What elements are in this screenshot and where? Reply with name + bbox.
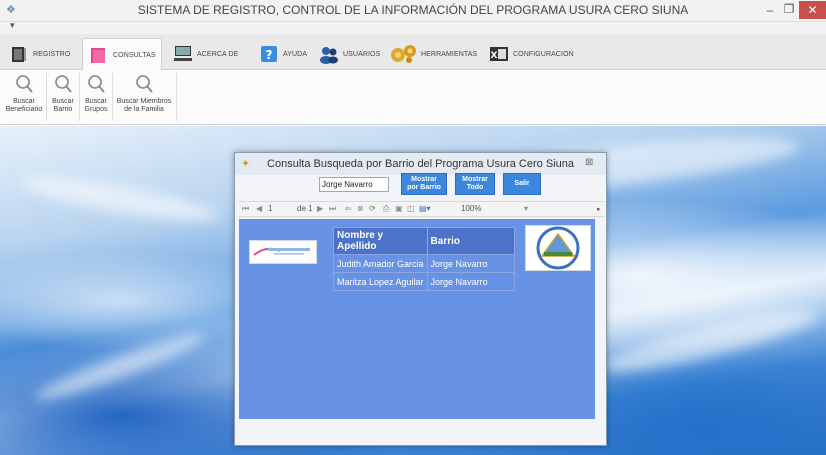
button-label-line1: Mostrar: [411, 176, 437, 183]
minimize-button[interactable]: –: [762, 3, 778, 17]
buscar-beneficiario-button[interactable]: Buscar Beneficiario: [4, 74, 44, 114]
close-button[interactable]: ✕: [799, 1, 826, 19]
tab-label: AYUDA: [283, 50, 308, 58]
tab-usuarios[interactable]: USUARIOS: [318, 38, 380, 70]
print-layout-icon[interactable]: ▣: [395, 204, 403, 213]
page-setup-icon[interactable]: ◫: [407, 204, 415, 213]
table-row: Maritza Lopez Aguilar Jorge Navarro: [333, 272, 515, 291]
current-page-field[interactable]: 1: [268, 204, 272, 213]
gears-icon: [391, 45, 416, 63]
tab-acerca-de[interactable]: ACERCA DE: [172, 38, 238, 70]
print-icon[interactable]: ⎙: [383, 204, 389, 214]
button-label-line2: Barrio: [53, 106, 73, 113]
pink-folder-icon: [91, 48, 105, 63]
page-count: de 1: [297, 204, 313, 213]
ribbon-separator: [176, 73, 177, 121]
report-table: Nombre y Apellido Barrio Judith Amador G…: [333, 227, 515, 291]
zoom-select[interactable]: 100%: [461, 204, 481, 213]
help-icon: ?: [261, 46, 277, 62]
wallpaper-streak: [599, 299, 821, 383]
tab-label: REGISTRO: [33, 50, 71, 58]
coat-of-arms-graphic: [536, 226, 580, 270]
ribbon-separator: [112, 73, 113, 121]
dialog-title: Consulta Busqueda por Barrio del Program…: [267, 158, 574, 170]
cell-nombre: Maritza Lopez Aguilar: [333, 272, 428, 291]
cell-nombre: Judith Amador Garcia: [333, 254, 428, 273]
tab-configuracion[interactable]: X CONFIGURACION: [488, 38, 574, 70]
mostrar-todo-button[interactable]: Mostrar Todo: [455, 173, 495, 195]
wallpaper-streak: [31, 325, 209, 409]
magnifier-icon: [55, 75, 72, 93]
consulta-barrio-dialog: ✦ Consulta Busqueda por Barrio del Progr…: [234, 152, 607, 446]
quick-access-toolbar: ▾: [0, 20, 826, 34]
wallpaper-streak: [19, 168, 221, 230]
computer-icon: [174, 46, 192, 61]
dialog-title-bar: ✦ Consulta Busqueda por Barrio del Progr…: [235, 153, 606, 175]
magnifier-icon: [88, 75, 105, 93]
mostrar-por-barrio-button[interactable]: Mostrar por Barrio: [401, 173, 447, 195]
tab-consultas[interactable]: CONSULTAS: [82, 38, 162, 71]
report-area: Nombre y Apellido Barrio Judith Amador G…: [239, 219, 595, 419]
first-page-icon[interactable]: ⏮: [242, 204, 249, 214]
tab-label: ACERCA DE: [197, 50, 239, 58]
nicaragua-seal: [525, 225, 591, 271]
window-title: SISTEMA DE REGISTRO, CONTROL DE LA INFOR…: [137, 3, 689, 17]
previous-page-icon[interactable]: ◀: [256, 204, 262, 213]
tab-label: HERRAMIENTAS: [421, 50, 478, 58]
table-header-row: Nombre y Apellido Barrio: [333, 227, 515, 255]
column-header-nombre: Nombre y Apellido: [333, 227, 428, 255]
report-viewer-toolbar: ⏮ ◀ 1 de 1 ▶ ⏭ ⇐ ⊗ ⟳ ⎙ ▣ ◫ ▤▾ 100% ▾: [239, 201, 604, 217]
button-label-line2: de la Familia: [124, 106, 164, 113]
button-label-line1: Buscar: [13, 98, 35, 105]
tab-herramientas[interactable]: HERRAMIENTAS: [388, 38, 477, 70]
button-label-line2: Grupos: [84, 106, 108, 113]
quick-access-dropdown-icon[interactable]: ▾: [10, 20, 15, 31]
ribbon-separator: [46, 73, 47, 121]
buscar-miembros-familia-button[interactable]: Buscar Miembros de la Familia: [114, 74, 174, 114]
button-label-line2: por Barrio: [407, 184, 441, 191]
last-page-icon[interactable]: ⏭: [329, 204, 336, 214]
program-logo-graphic: [253, 247, 310, 256]
back-icon[interactable]: ⇐: [345, 204, 352, 213]
program-logo: [249, 240, 317, 264]
tab-ayuda[interactable]: ? AYUDA: [258, 38, 307, 70]
tab-label: USUARIOS: [343, 50, 381, 58]
zoom-dropdown-icon[interactable]: ▾: [524, 204, 528, 213]
magnifier-icon: [16, 75, 33, 93]
salir-button[interactable]: Salir: [503, 173, 541, 195]
dialog-close-button[interactable]: ⊠: [585, 157, 601, 168]
table-row: Judith Amador Garcia Jorge Navarro: [333, 254, 515, 273]
buscar-barrio-button[interactable]: Buscar Barrio: [50, 74, 76, 114]
tab-label: CONSULTAS: [113, 51, 156, 59]
excel-icon: X: [490, 47, 508, 61]
svg-text:X: X: [490, 51, 497, 61]
button-label-line2: Todo: [466, 184, 484, 191]
cell-barrio: Jorge Navarro: [426, 254, 515, 273]
cell-barrio: Jorge Navarro: [426, 272, 515, 291]
button-label-line1: Buscar: [85, 98, 107, 105]
button-label-line2: Beneficiario: [5, 106, 43, 113]
button-label-line1: Mostrar: [462, 176, 488, 183]
refresh-icon[interactable]: ⟳: [369, 204, 376, 213]
export-icon[interactable]: ▤▾: [419, 204, 431, 213]
ribbon-panel: Buscar Beneficiario Buscar Barrio Buscar…: [0, 70, 826, 125]
svg-text:?: ?: [265, 48, 272, 62]
maximize-button[interactable]: ❐: [781, 2, 797, 16]
scroll-arrow-icon[interactable]: ▸: [597, 205, 601, 213]
tab-label: CONFIGURACION: [513, 50, 574, 58]
next-page-icon[interactable]: ▶: [317, 204, 323, 213]
button-label-line1: Buscar: [52, 98, 74, 105]
barrio-search-input[interactable]: [319, 177, 389, 192]
book-icon: [12, 47, 26, 62]
buscar-grupos-button[interactable]: Buscar Grupos: [82, 74, 110, 114]
users-icon: [320, 47, 338, 64]
magnifier-icon: [136, 75, 153, 93]
column-header-barrio: Barrio: [426, 227, 515, 255]
tab-registro[interactable]: REGISTRO: [8, 38, 70, 70]
ribbon-tabs: REGISTRO CONSULTAS ACERCA DE ? AYUDA USU…: [0, 34, 826, 71]
ribbon-separator: [79, 73, 80, 121]
stop-icon[interactable]: ⊗: [357, 204, 364, 213]
button-label-line1: Buscar Miembros: [116, 98, 172, 105]
title-bar: ❖ SISTEMA DE REGISTRO, CONTROL DE LA INF…: [0, 0, 826, 22]
